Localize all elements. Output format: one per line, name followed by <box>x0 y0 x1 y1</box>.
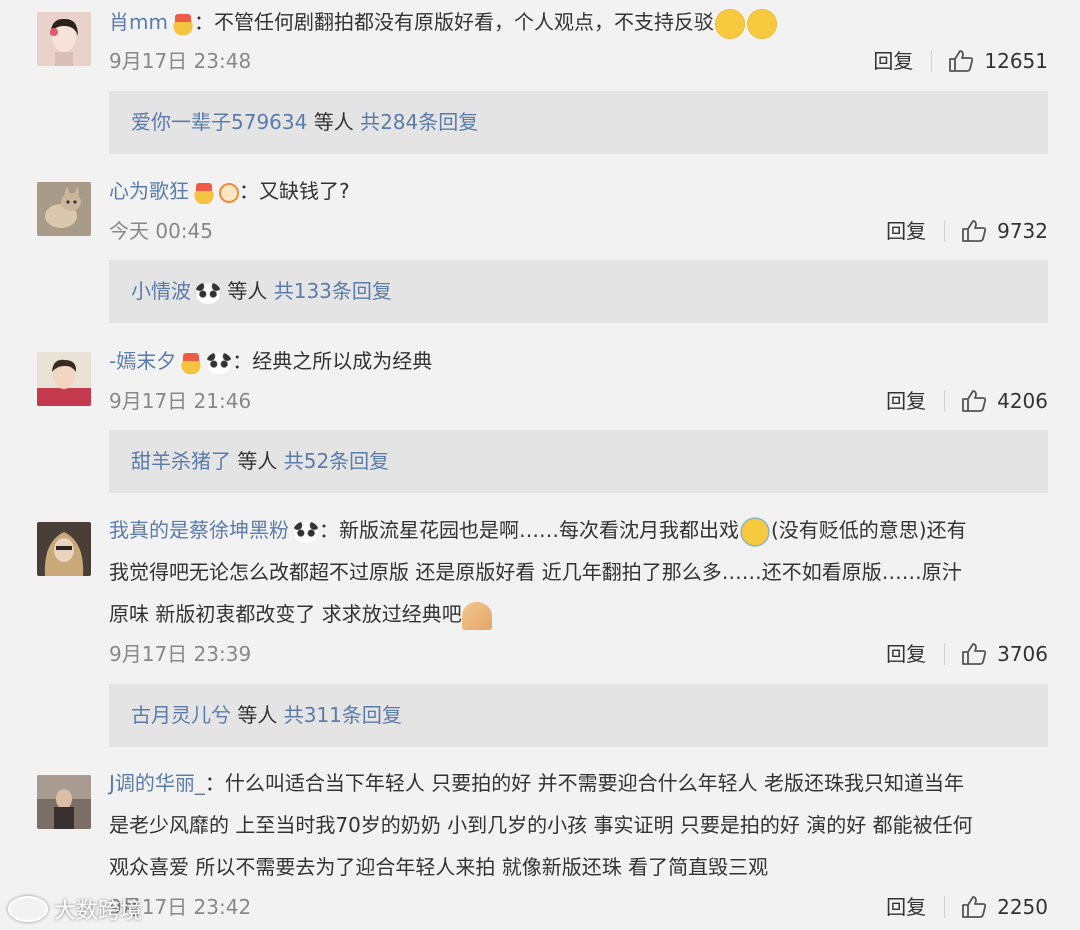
comment-actions: 回复 4206 <box>886 387 1048 415</box>
reply-count-link[interactable]: 共52条回复 <box>284 449 389 473</box>
username[interactable]: 心为歌狂 <box>109 179 189 203</box>
doge-emoji-icon <box>714 8 745 39</box>
reply-count-link[interactable]: 共311条回复 <box>284 703 402 727</box>
comment-line: 我真的是蔡徐坤黑粉 ：新版流星花园也是啊……每次看沈月我都出戏 (没有贬低的意思)还… <box>109 509 1054 551</box>
divider <box>944 390 946 412</box>
reply-button[interactable]: 回复 <box>873 47 913 75</box>
divider <box>944 220 946 242</box>
colon: ： <box>204 771 225 795</box>
comment-text: 什么叫适合当下年轻人 只要拍的好 并不需要迎合什么年轻人 老版还珠我只知道当年 <box>224 771 964 795</box>
reply-suffix: 等人 <box>237 703 278 727</box>
comment-actions: 回复 3706 <box>886 640 1048 668</box>
reply-username[interactable]: 小情波 <box>131 279 191 303</box>
divider <box>931 50 933 72</box>
comment-time: 9月17日 21:46 <box>109 389 252 413</box>
comment-text: 不管任何剧翻拍都没有原版好看，个人观点，不支持反驳 <box>213 10 714 34</box>
like-count: 12651 <box>984 49 1048 73</box>
watermark: 大数跨境 <box>8 893 142 925</box>
comment-header: -嫣末夕 ：经典之所以成为经典 <box>109 340 1050 382</box>
comment-line: J调的华丽_：什么叫适合当下年轻人 只要拍的好 并不需要迎合什么年轻人 老版还珠… <box>109 762 1054 804</box>
thumb-up-icon[interactable] <box>961 219 987 243</box>
thumb-up-icon[interactable] <box>961 895 987 919</box>
thumb-up-icon[interactable] <box>961 389 987 413</box>
comment-body: 我真的是蔡徐坤黑粉 ：新版流星花园也是啊……每次看沈月我都出戏 (没有贬低的意思)还… <box>109 509 1054 635</box>
reply-summary[interactable]: 爱你一辈子579634 等人 共284条回复 <box>109 91 1048 154</box>
reply-summary[interactable]: 甜羊杀猪了 等人 共52条回复 <box>109 430 1048 493</box>
reply-summary[interactable]: 古月灵儿兮 等人 共311条回复 <box>109 684 1048 747</box>
level-badge-icon[interactable] <box>219 182 239 203</box>
username[interactable]: J调的华丽_ <box>109 771 205 795</box>
comment-text: 新版流星花园也是啊……每次看沈月我都出戏 <box>339 518 739 542</box>
avatar[interactable] <box>37 182 91 236</box>
avatar[interactable] <box>37 12 91 66</box>
reply-count-link[interactable]: 共133条回复 <box>274 279 392 303</box>
comment-header: 肖mm ：不管任何剧翻拍都没有原版好看，个人观点，不支持反驳 <box>109 1 1050 43</box>
comment-body: J调的华丽_：什么叫适合当下年轻人 只要拍的好 并不需要迎合什么年轻人 老版还珠… <box>109 762 1054 888</box>
reply-count-link[interactable]: 共284条回复 <box>360 110 478 134</box>
panda-emoji-icon <box>293 520 319 543</box>
vip-crown-icon[interactable] <box>193 181 215 204</box>
laugh-cry-emoji-icon <box>740 516 770 547</box>
username[interactable]: -嫣末夕 <box>109 349 176 373</box>
panda-emoji-icon <box>195 281 221 304</box>
colon: ： <box>319 518 339 542</box>
comment-time: 今天 00:45 <box>109 219 213 243</box>
comment-text: 经典之所以成为经典 <box>252 349 433 373</box>
username[interactable]: 我真的是蔡徐坤黑粉 <box>109 518 289 542</box>
avatar-image <box>37 775 91 829</box>
pray-emoji-icon <box>461 601 492 630</box>
comment-line: 原味 新版初衷都改变了 求求放过经典吧 <box>109 593 1054 635</box>
avatar-image <box>37 12 91 66</box>
username[interactable]: 肖mm <box>109 10 168 34</box>
reply-suffix: 等人 <box>227 279 268 303</box>
doge-emoji-icon <box>746 8 777 39</box>
comment-actions: 回复 9732 <box>886 217 1048 245</box>
avatar[interactable] <box>37 775 91 829</box>
reply-summary[interactable]: 小情波 等人 共133条回复 <box>109 260 1048 323</box>
thumb-up-icon[interactable] <box>961 642 987 666</box>
reply-button[interactable]: 回复 <box>886 640 926 668</box>
reply-button[interactable]: 回复 <box>886 387 926 415</box>
reply-suffix: 等人 <box>313 110 354 134</box>
divider <box>944 896 946 918</box>
like-count: 3706 <box>997 642 1048 666</box>
comment-text: (没有贬低的意思)还有 <box>771 518 967 542</box>
comment-text: 我觉得吧无论怎么改都超不过原版 还是原版好看 近几年翻拍了那么多……还不如看原版… <box>109 560 962 584</box>
avatar-image <box>37 522 91 576</box>
avatar-image <box>37 352 91 406</box>
thumb-up-icon[interactable] <box>948 49 974 73</box>
comment-time: 9月17日 23:48 <box>109 49 252 73</box>
reply-suffix: 等人 <box>237 449 278 473</box>
comment-text: 又缺钱了? <box>259 179 350 203</box>
vip-crown-icon[interactable] <box>171 12 194 35</box>
divider <box>944 643 946 665</box>
like-count: 9732 <box>997 219 1048 243</box>
like-count: 4206 <box>997 389 1048 413</box>
comment-time: 9月17日 23:39 <box>109 642 252 666</box>
avatar-image <box>37 182 91 236</box>
reply-button[interactable]: 回复 <box>886 893 926 921</box>
comment-actions: 回复 12651 <box>873 47 1048 75</box>
like-count: 2250 <box>997 895 1048 919</box>
reply-username[interactable]: 爱你一辈子579634 <box>131 110 307 134</box>
panda-emoji-icon <box>206 351 233 374</box>
reply-button[interactable]: 回复 <box>886 217 926 245</box>
avatar[interactable] <box>37 352 91 406</box>
reply-username[interactable]: 甜羊杀猪了 <box>131 449 231 473</box>
comment-text: 观众喜爱 所以不需要去为了迎合年轻人来拍 就像新版还珠 看了简直毁三观 <box>109 855 769 879</box>
comment-actions: 回复 2250 <box>886 893 1048 921</box>
comment-text: 原味 新版初衷都改变了 求求放过经典吧 <box>109 602 462 626</box>
comment-header: 心为歌狂 ：又缺钱了? <box>109 170 1050 212</box>
colon: ： <box>193 10 214 34</box>
avatar[interactable] <box>37 522 91 576</box>
weibo-icon <box>8 896 48 922</box>
watermark-text: 大数跨境 <box>54 899 143 924</box>
vip-crown-icon[interactable] <box>180 351 203 374</box>
comment-text: 是老少风靡的 上至当时我70岁的奶奶 小到几岁的小孩 事实证明 只要是拍的好 演… <box>109 813 973 837</box>
colon: ： <box>232 349 253 373</box>
reply-username[interactable]: 古月灵儿兮 <box>131 703 231 727</box>
colon: ： <box>239 179 259 203</box>
